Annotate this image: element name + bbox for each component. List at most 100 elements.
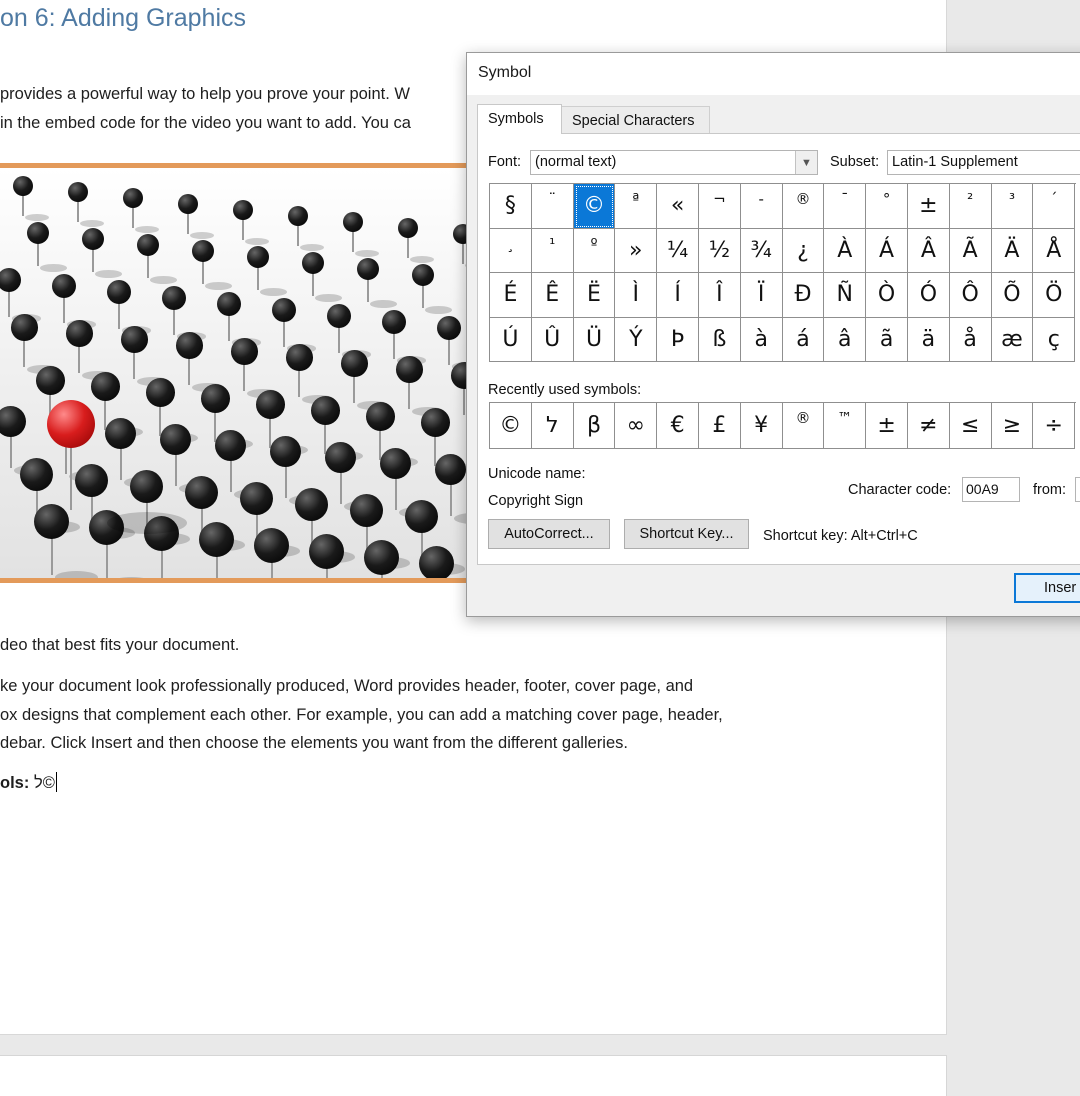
symbol-cell[interactable]: ¿ bbox=[782, 228, 825, 273]
symbol-cell[interactable]: ½ bbox=[698, 228, 741, 273]
symbol-cell[interactable]: Ì bbox=[615, 273, 658, 318]
symbol-cell[interactable]: ² bbox=[949, 184, 992, 229]
subset-value: Latin-1 Supplement bbox=[892, 154, 1018, 170]
symbol-cell[interactable]: ä bbox=[907, 317, 950, 362]
section-heading: on 6: Adding Graphics bbox=[0, 4, 246, 32]
symbol-cell[interactable]: Å bbox=[1033, 228, 1076, 273]
symbol-cell[interactable]: β bbox=[573, 403, 616, 449]
symbol-cell[interactable]: Ñ bbox=[824, 273, 867, 318]
symbol-cell[interactable]: » bbox=[615, 228, 658, 273]
symbol-cell[interactable]: ¨ bbox=[531, 184, 574, 229]
symbol-cell[interactable]: ã bbox=[866, 317, 908, 362]
symbol-cell[interactable]: Ä bbox=[991, 228, 1034, 273]
autocorrect-button[interactable]: AutoCorrect... bbox=[488, 519, 610, 549]
symbol-cell[interactable]: Ú bbox=[490, 317, 532, 362]
symbol-cell[interactable]: ÷ bbox=[1033, 403, 1076, 449]
symbol-cell[interactable]: ± bbox=[907, 184, 950, 229]
symbol-cell[interactable]: ³ bbox=[991, 184, 1034, 229]
symbol-cell[interactable]: â bbox=[824, 317, 867, 362]
symbol-cell[interactable]: ™ bbox=[824, 403, 867, 449]
shortcut-key-button[interactable]: Shortcut Key... bbox=[624, 519, 749, 549]
symbol-cell[interactable]: - bbox=[740, 184, 783, 229]
text-cursor bbox=[55, 772, 57, 792]
symbol-cell[interactable]: ¯ bbox=[824, 184, 867, 229]
symbol-cell[interactable]: ® bbox=[782, 403, 825, 449]
symbol-cell[interactable]: Â bbox=[907, 228, 950, 273]
character-code-label: Character code: bbox=[848, 482, 952, 498]
paragraph-line: debar. Click Insert and then choose the … bbox=[0, 734, 628, 752]
symbols-label: ols bbox=[0, 774, 24, 792]
symbol-cell[interactable]: ≤ bbox=[949, 403, 992, 449]
symbol-cell[interactable]: ∞ bbox=[615, 403, 658, 449]
symbol-cell[interactable]: © bbox=[573, 184, 616, 229]
chevron-down-icon[interactable]: ▼ bbox=[795, 151, 817, 174]
shortcut-key-text: Shortcut key: Alt+Ctrl+C bbox=[763, 528, 918, 544]
symbol-cell[interactable]: à bbox=[740, 317, 783, 362]
symbol-cell[interactable]: ´ bbox=[1033, 184, 1076, 229]
character-code-field[interactable]: 00A9 bbox=[962, 477, 1020, 502]
symbol-cell[interactable]: Ò bbox=[866, 273, 908, 318]
symbol-cell[interactable]: Õ bbox=[991, 273, 1034, 318]
symbol-cell[interactable]: Û bbox=[531, 317, 574, 362]
symbol-cell[interactable]: ¾ bbox=[740, 228, 783, 273]
symbol-cell[interactable]: Î bbox=[698, 273, 741, 318]
unicode-name-label: Unicode name: bbox=[488, 466, 586, 482]
symbol-cell[interactable]: ¼ bbox=[657, 228, 699, 273]
symbol-cell[interactable]: Ð bbox=[782, 273, 825, 318]
symbol-cell[interactable]: À bbox=[824, 228, 867, 273]
symbol-cell[interactable]: Ö bbox=[1033, 273, 1076, 318]
symbol-cell[interactable]: ° bbox=[866, 184, 908, 229]
symbol-cell[interactable]: € bbox=[657, 403, 699, 449]
symbol-cell[interactable]: © bbox=[490, 403, 532, 449]
tab-symbols[interactable]: Symbols bbox=[477, 104, 562, 134]
tab-special-characters[interactable]: Special Characters bbox=[561, 106, 710, 134]
symbols-line[interactable]: ols: ל© bbox=[0, 772, 57, 793]
font-dropdown[interactable]: (normal text) ▼ bbox=[530, 150, 818, 175]
symbol-cell[interactable]: Ã bbox=[949, 228, 992, 273]
symbol-cell[interactable]: Ï bbox=[740, 273, 783, 318]
symbol-cell[interactable]: æ bbox=[991, 317, 1034, 362]
paragraph-line: ke your document look professionally pro… bbox=[0, 677, 694, 695]
symbol-cell[interactable]: Ë bbox=[573, 273, 616, 318]
unicode-name-value: Copyright Sign bbox=[488, 493, 584, 509]
insert-button[interactable]: Inser bbox=[1014, 573, 1080, 603]
subset-dropdown[interactable]: Latin-1 Supplement bbox=[887, 150, 1080, 175]
from-dropdown[interactable] bbox=[1075, 477, 1080, 502]
symbol-cell[interactable]: ± bbox=[866, 403, 908, 449]
symbol-cell[interactable]: º bbox=[573, 228, 616, 273]
symbol-cell[interactable]: Ý bbox=[615, 317, 658, 362]
font-label: Font: bbox=[488, 154, 522, 170]
from-label: from: bbox=[1033, 482, 1067, 498]
symbol-cell[interactable]: Ê bbox=[531, 273, 574, 318]
symbol-cell[interactable]: ¹ bbox=[531, 228, 574, 273]
pushpin-picture[interactable] bbox=[0, 163, 482, 583]
dialog-title: Symbol bbox=[478, 64, 532, 81]
symbol-cell[interactable]: ª bbox=[615, 184, 658, 229]
symbol-cell[interactable]: ל bbox=[531, 403, 574, 449]
symbol-cell[interactable]: Ü bbox=[573, 317, 616, 362]
symbol-grid: § ¨ © ª «¬ - ® ¯ ° ± ² ³ ´ ¸ ¹ º» ¼ ½ ¾ ¿ À Á Â Ã Ä Å É Ê Ë Ì Í Î Ï Ð Ñ Ò Ó Ô… bbox=[489, 183, 1076, 362]
symbol-cell[interactable]: Ó bbox=[907, 273, 950, 318]
symbol-cell[interactable]: å bbox=[949, 317, 992, 362]
symbol-cell[interactable]: Þ bbox=[657, 317, 699, 362]
symbol-cell[interactable]: á bbox=[782, 317, 825, 362]
symbol-cell[interactable]: « bbox=[657, 184, 699, 229]
symbol-cell[interactable]: ≥ bbox=[991, 403, 1034, 449]
symbol-cell[interactable]: ¬ bbox=[698, 184, 741, 229]
symbol-cell[interactable]: £ bbox=[698, 403, 741, 449]
paragraph-line: ox designs that complement each other. F… bbox=[0, 706, 723, 724]
symbol-cell[interactable]: ® bbox=[782, 184, 825, 229]
symbol-cell[interactable]: Á bbox=[866, 228, 908, 273]
symbol-cell[interactable]: Ô bbox=[949, 273, 992, 318]
dialog-titlebar[interactable]: Symbol bbox=[467, 53, 1080, 95]
symbol-cell[interactable]: ¸ bbox=[490, 228, 532, 273]
symbol-cell[interactable]: Í bbox=[657, 273, 699, 318]
symbol-cell[interactable]: ¥ bbox=[740, 403, 783, 449]
symbol-cell[interactable]: ç bbox=[1033, 317, 1076, 362]
paragraph-line: deo that best fits your document. bbox=[0, 636, 240, 654]
next-page bbox=[0, 1055, 947, 1096]
symbol-cell[interactable]: § bbox=[490, 184, 532, 229]
symbol-cell[interactable]: ß bbox=[698, 317, 741, 362]
symbol-cell[interactable]: ≠ bbox=[907, 403, 950, 449]
symbol-cell[interactable]: É bbox=[490, 273, 532, 318]
